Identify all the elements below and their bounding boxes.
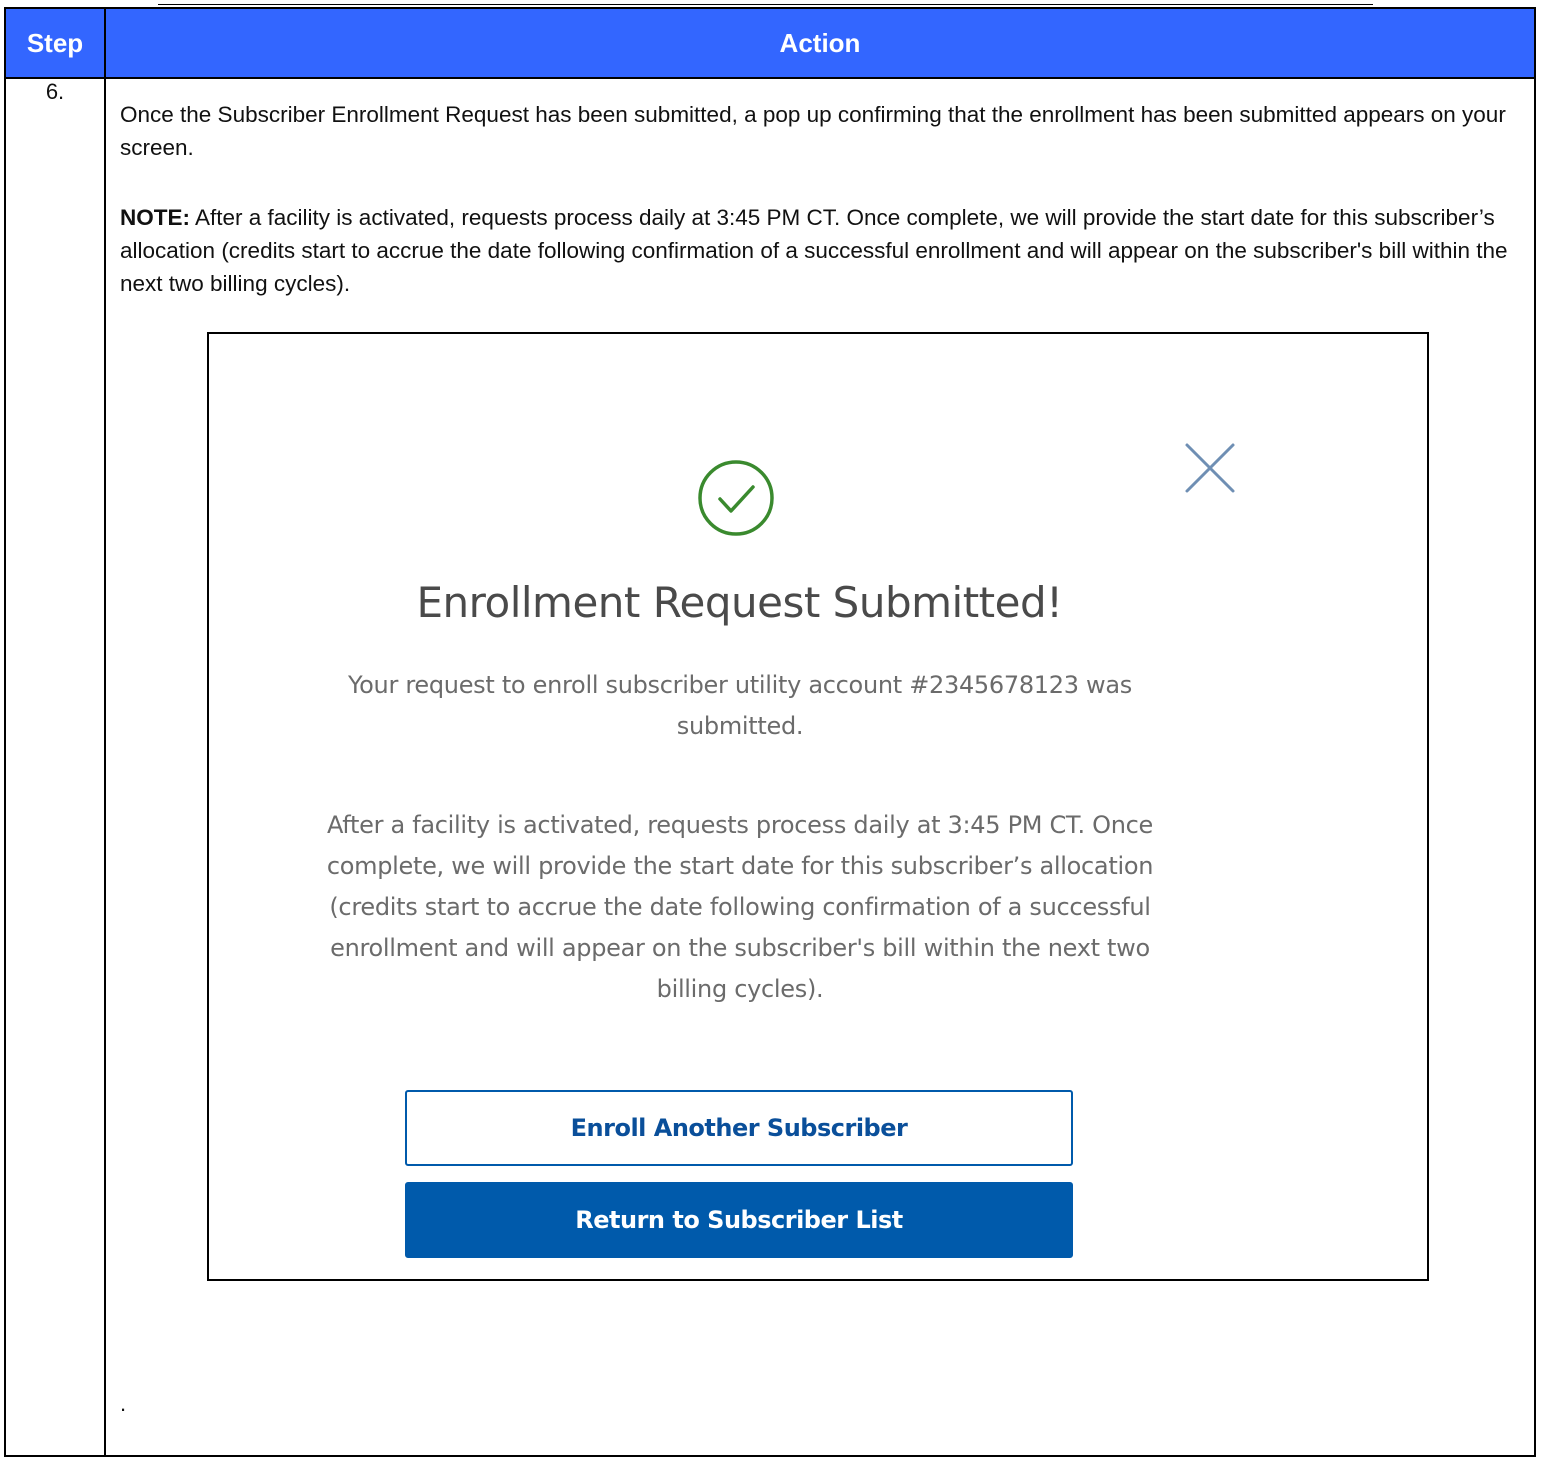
- trailing-period: .: [120, 1391, 127, 1416]
- return-to-subscriber-list-button[interactable]: Return to Subscriber List: [405, 1182, 1073, 1258]
- close-icon[interactable]: [1184, 442, 1236, 494]
- enroll-another-subscriber-button[interactable]: Enroll Another Subscriber: [405, 1090, 1073, 1166]
- step-number: 6.: [4, 77, 106, 1457]
- modal-title: Enrollment Request Submitted!: [416, 578, 1063, 627]
- modal-message-account: Your request to enroll subscriber utilit…: [348, 671, 1132, 740]
- table-row: 6. Once the Subscriber Enrollment Reques…: [4, 77, 1536, 1457]
- instruction-paragraph: Once the Subscriber Enrollment Request h…: [120, 102, 1506, 160]
- procedure-table: Step Action 6. Once the Subscriber Enrol…: [4, 7, 1536, 1457]
- header-action: Action: [104, 7, 1536, 79]
- check-circle-icon: [698, 460, 774, 536]
- confirmation-modal-screenshot: Enrollment Request Submitted! Your reque…: [207, 332, 1429, 1281]
- top-rule: [158, 4, 1373, 5]
- modal-message-details: After a facility is activated, requests …: [326, 811, 1154, 1003]
- table-header-row: Step Action: [4, 7, 1536, 79]
- header-step: Step: [4, 7, 106, 79]
- note-text: After a facility is activated, requests …: [120, 205, 1508, 296]
- action-cell: Once the Subscriber Enrollment Request h…: [104, 77, 1536, 1457]
- note-label: NOTE:: [120, 205, 190, 230]
- note-paragraph: NOTE: After a facility is activated, req…: [120, 201, 1520, 300]
